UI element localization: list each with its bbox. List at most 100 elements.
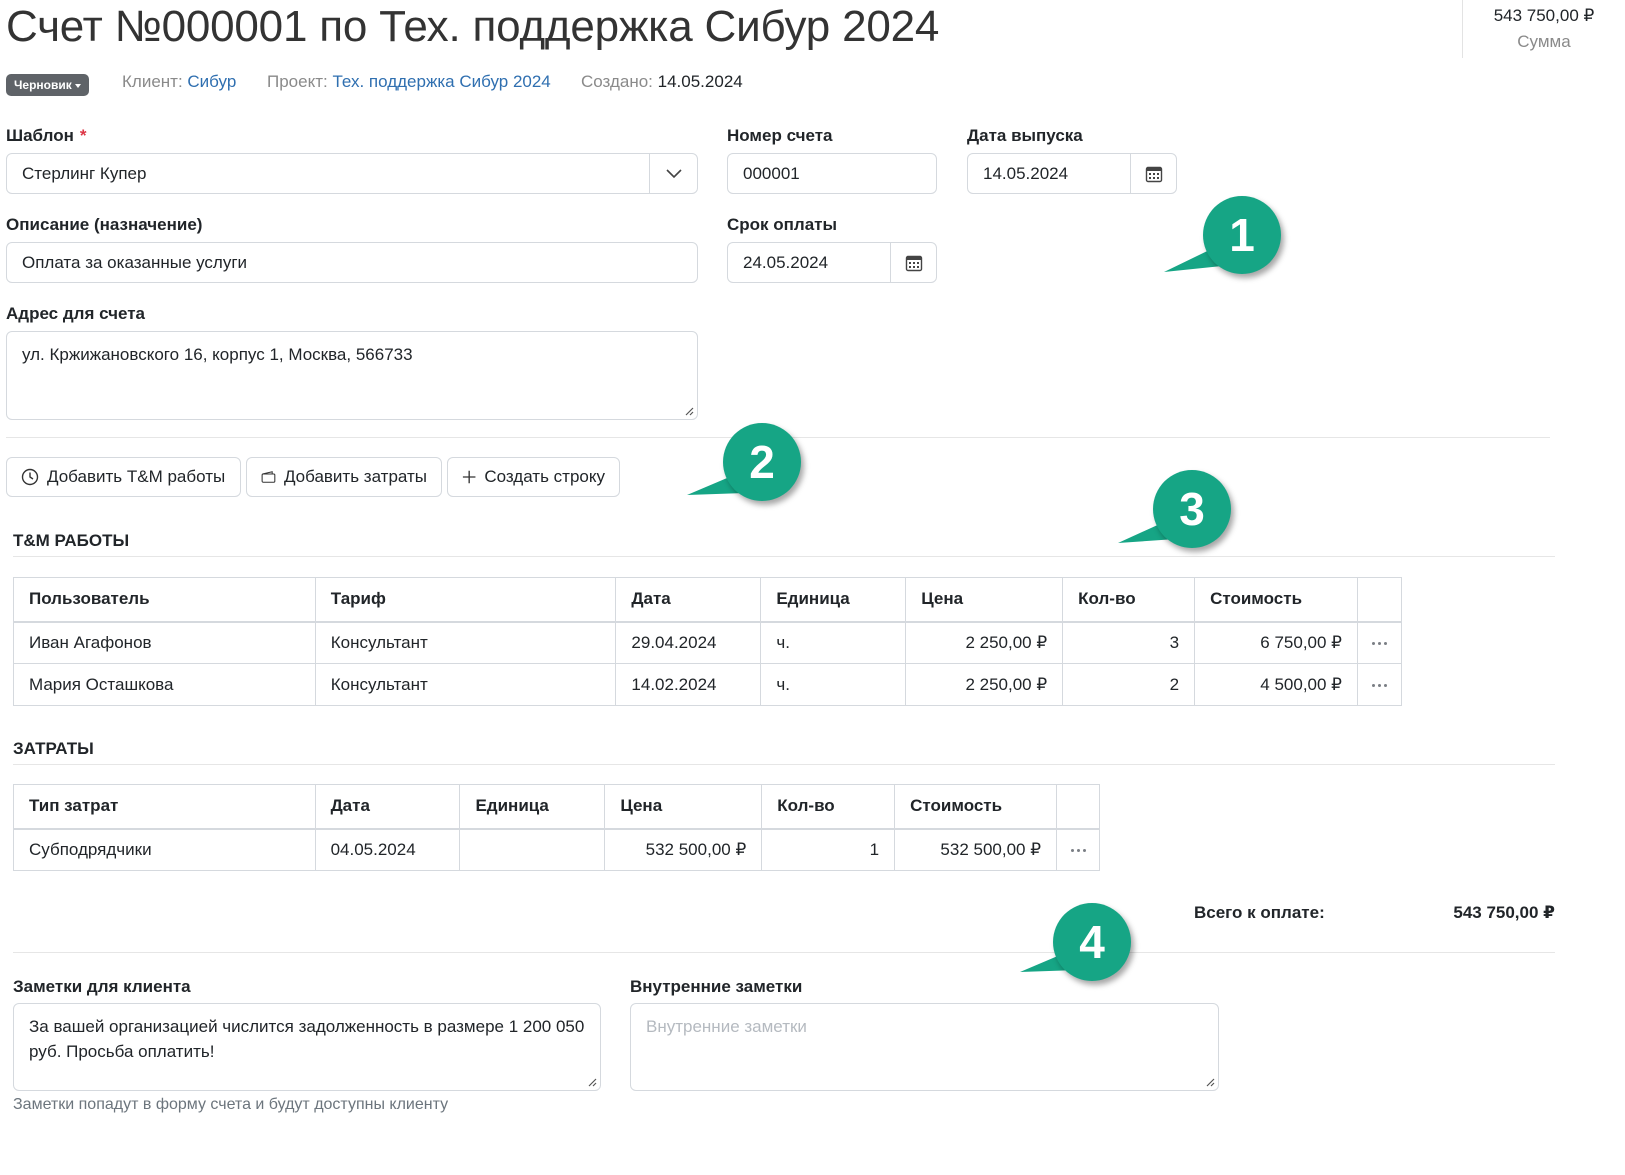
more-horizontal-icon — [1372, 641, 1387, 645]
column-header[interactable]: Дата — [615, 577, 762, 623]
project-meta: Проект: Тех. поддержка Сибур 2024 — [267, 72, 551, 92]
add-expenses-button[interactable]: Добавить затраты — [246, 457, 442, 497]
row-actions-button[interactable] — [1056, 828, 1100, 871]
description-input[interactable]: Оплата за оказанные услуги — [6, 242, 698, 283]
issue-date-input[interactable]: 14.05.2024 — [967, 153, 1177, 194]
add-tm-button[interactable]: Добавить T&M работы — [6, 457, 241, 497]
chevron-down-icon — [665, 168, 682, 178]
table-row[interactable]: Мария Осташкова Консультант 14.02.2024 ч… — [13, 663, 1402, 706]
callout-marker: 1 — [1203, 196, 1281, 274]
cell-price: 532 500,00 ₽ — [604, 828, 763, 871]
column-header[interactable]: Цена — [604, 784, 763, 830]
due-date-label: Срок оплаты — [727, 215, 838, 234]
internal-notes-textarea[interactable]: Внутренние заметки — [630, 1003, 1219, 1091]
cell-unit: ч. — [760, 621, 907, 664]
due-date-picker-button[interactable] — [890, 243, 936, 282]
cell-cost: 4 500,00 ₽ — [1194, 663, 1358, 706]
column-header[interactable]: Единица — [760, 577, 907, 623]
template-select[interactable]: Стерлинг Купер — [6, 153, 698, 194]
cell-date: 04.05.2024 — [314, 828, 461, 871]
address-label: Адрес для счета — [6, 304, 145, 323]
table-header-row: Пользователь Тариф Дата Единица Цена Кол… — [13, 577, 1402, 623]
clock-icon — [21, 468, 39, 486]
cell-price: 2 250,00 ₽ — [905, 621, 1064, 664]
description-label: Описание (назначение) — [6, 215, 203, 234]
required-marker: * — [79, 126, 87, 145]
column-header-actions — [1357, 577, 1402, 623]
total-value: 543 750,00 ₽ — [1453, 903, 1555, 922]
caret-down-icon — [74, 83, 81, 88]
column-header[interactable]: Пользователь — [13, 577, 316, 623]
tm-section-title: T&M РАБОТЫ — [13, 531, 130, 550]
project-label: Проект: — [267, 72, 328, 91]
resize-handle-icon[interactable] — [1205, 1077, 1215, 1087]
cell-cost: 6 750,00 ₽ — [1194, 621, 1358, 664]
created-meta: Создано: 14.05.2024 — [581, 72, 743, 92]
column-header[interactable]: Кол-во — [1062, 577, 1196, 623]
column-header[interactable]: Дата — [314, 784, 461, 830]
calendar-icon — [905, 255, 922, 271]
calendar-icon — [1145, 166, 1162, 182]
due-date-input[interactable]: 24.05.2024 — [727, 242, 937, 283]
internal-notes-placeholder: Внутренние заметки — [646, 1017, 807, 1036]
expenses-section-title: ЗАТРАТЫ — [13, 739, 94, 758]
callout-marker: 4 — [1053, 903, 1131, 981]
invoice-number-input[interactable]: 000001 — [727, 153, 937, 194]
address-textarea[interactable]: ул. Кржижановского 16, корпус 1, Москва,… — [6, 331, 698, 420]
create-row-button[interactable]: Создать строку — [447, 457, 620, 497]
invoice-number-label: Номер счета — [727, 126, 833, 145]
column-header[interactable]: Тариф — [314, 577, 617, 623]
cell-type: Субподрядчики — [13, 828, 316, 871]
row-actions-button[interactable] — [1357, 663, 1402, 706]
template-label: Шаблон * — [6, 126, 86, 146]
resize-handle-icon[interactable] — [684, 406, 694, 416]
row-actions-button[interactable] — [1357, 621, 1402, 664]
address-value: ул. Кржижановского 16, корпус 1, Москва,… — [22, 345, 413, 364]
resize-handle-icon[interactable] — [587, 1077, 597, 1087]
column-header[interactable]: Стоимость — [894, 784, 1058, 830]
status-badge-label: Черновик — [14, 78, 72, 92]
table-row[interactable]: Иван Агафонов Консультант 29.04.2024 ч. … — [13, 621, 1402, 664]
client-meta: Клиент: Сибур — [122, 72, 236, 92]
cell-qty: 1 — [761, 828, 896, 871]
callout-marker: 3 — [1153, 470, 1231, 548]
template-select-toggle[interactable] — [649, 154, 697, 193]
more-horizontal-icon — [1372, 683, 1387, 687]
tm-section-divider — [13, 556, 1555, 557]
table-row[interactable]: Субподрядчики 04.05.2024 532 500,00 ₽ 1 … — [13, 828, 1100, 871]
client-label: Клиент: — [122, 72, 183, 91]
column-header-actions — [1056, 784, 1100, 830]
notes-divider — [13, 952, 1555, 953]
callout-marker: 2 — [723, 423, 801, 501]
issue-date-label: Дата выпуска — [967, 126, 1083, 145]
add-expenses-button-label: Добавить затраты — [283, 467, 427, 486]
cell-rate: Консультант — [314, 663, 617, 706]
cell-price: 2 250,00 ₽ — [905, 663, 1064, 706]
cell-unit: ч. — [760, 663, 907, 706]
column-header[interactable]: Кол-во — [761, 784, 896, 830]
column-header[interactable]: Единица — [459, 784, 606, 830]
invoice-sum-label: Сумма — [1517, 32, 1571, 51]
template-select-value: Стерлинг Купер — [22, 163, 147, 183]
column-header[interactable]: Тип затрат — [13, 784, 316, 830]
invoice-number-value: 000001 — [743, 163, 800, 183]
client-notes-textarea[interactable]: За вашей организацией числится задолженн… — [13, 1003, 601, 1091]
tm-table: Пользователь Тариф Дата Единица Цена Кол… — [13, 577, 1402, 706]
client-link[interactable]: Сибур — [187, 72, 236, 91]
expenses-table: Тип затрат Дата Единица Цена Кол-во Стои… — [13, 784, 1100, 871]
page-title: Счет №000001 по Тех. поддержка Сибур 202… — [6, 2, 940, 51]
issue-date-picker-button[interactable] — [1130, 154, 1176, 193]
column-header[interactable]: Стоимость — [1194, 577, 1358, 623]
internal-notes-label: Внутренние заметки — [630, 977, 803, 996]
column-header[interactable]: Цена — [905, 577, 1064, 623]
more-horizontal-icon — [1070, 848, 1086, 852]
cell-cost: 532 500,00 ₽ — [894, 828, 1058, 871]
cell-unit — [459, 828, 606, 871]
wallet-icon — [261, 471, 276, 483]
expenses-section-divider — [13, 764, 1555, 765]
add-tm-button-label: Добавить T&M работы — [47, 467, 226, 486]
status-dropdown[interactable]: Черновик — [6, 74, 89, 96]
created-label: Создано: — [581, 72, 653, 91]
project-link[interactable]: Тех. поддержка Сибур 2024 — [332, 72, 550, 91]
description-value: Оплата за оказанные услуги — [22, 252, 248, 272]
